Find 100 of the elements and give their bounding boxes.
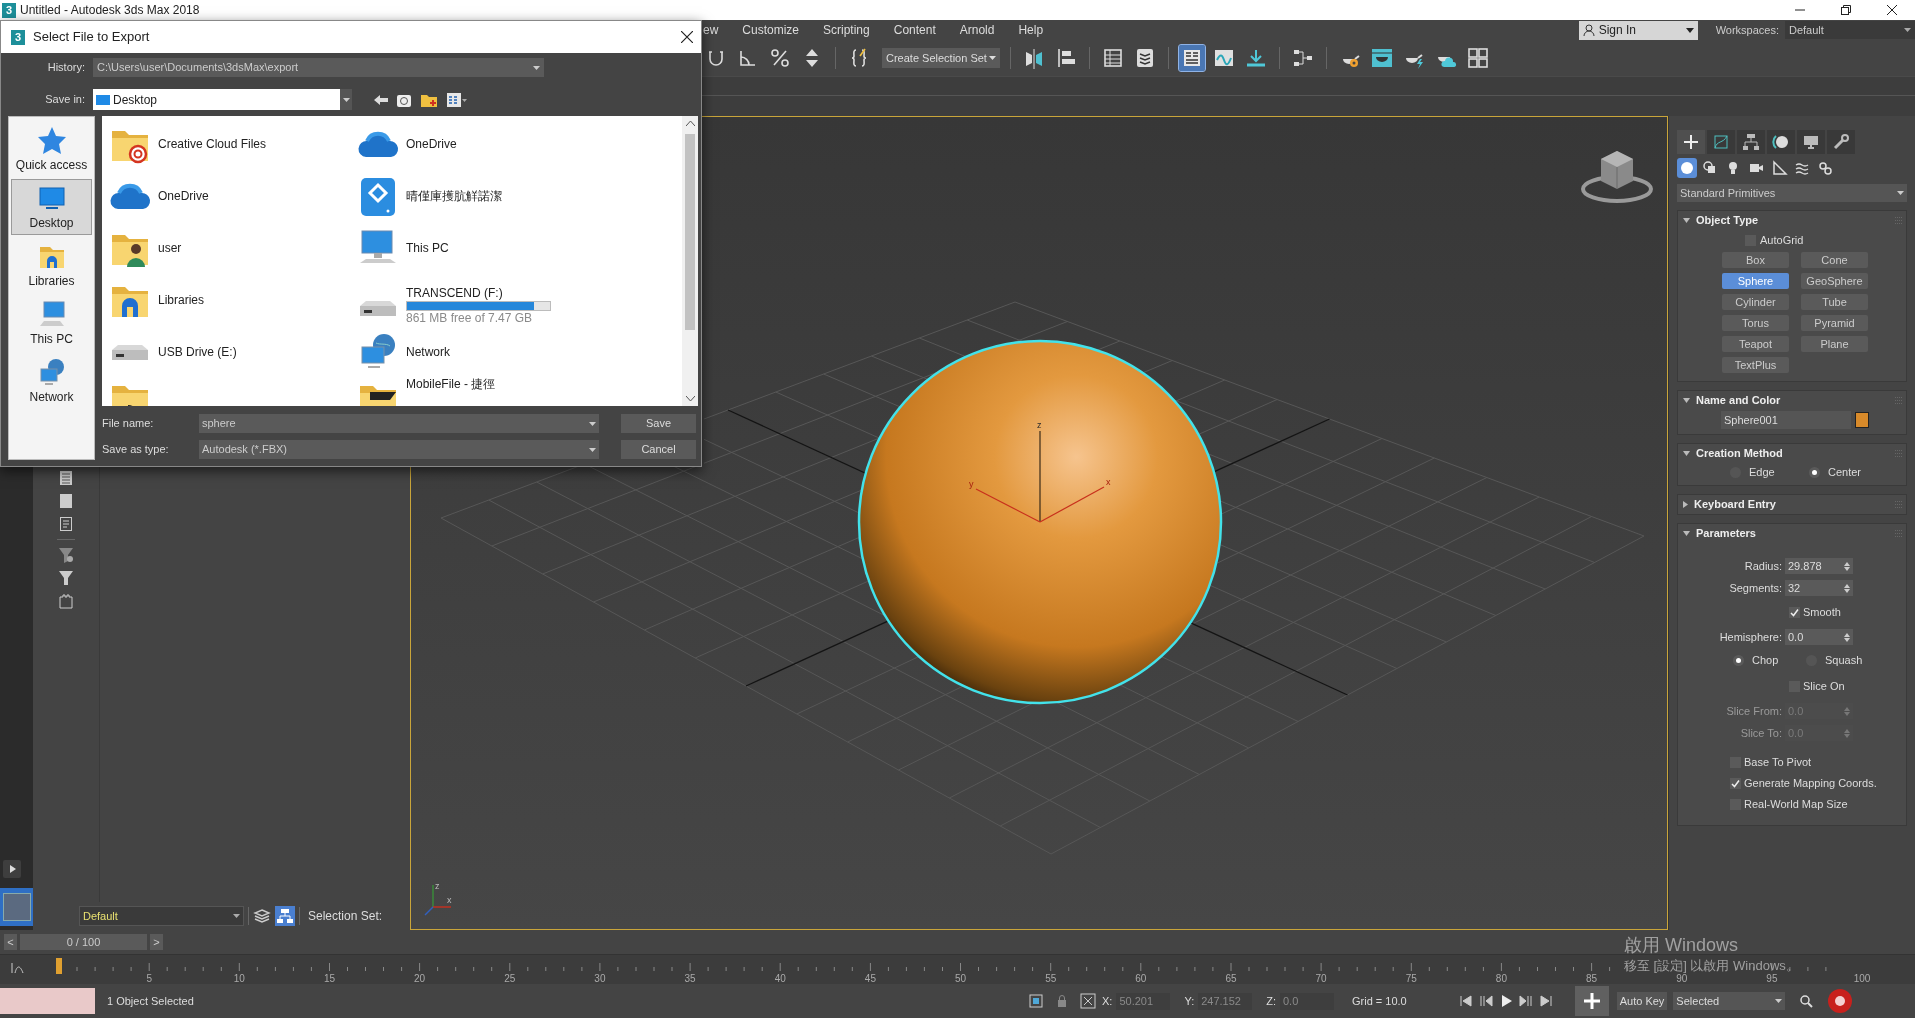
selection-set-dropdown[interactable]: Create Selection Set <box>882 48 1000 68</box>
object-type-button[interactable]: Teapot <box>1722 336 1789 352</box>
back-icon[interactable] <box>374 93 388 106</box>
set-key-icon[interactable] <box>1574 986 1609 1016</box>
place-item[interactable]: This PC <box>11 295 92 351</box>
file-item[interactable]: Creative Cloud Files <box>108 118 356 170</box>
category-dropdown[interactable]: Standard Primitives <box>1677 184 1907 202</box>
auto-key-button[interactable]: Auto Key <box>1616 992 1668 1010</box>
radio-button[interactable] <box>1733 655 1744 666</box>
record-icon[interactable] <box>1827 988 1854 1014</box>
filter-icon[interactable] <box>58 570 74 586</box>
spinner-field[interactable]: 29.878 <box>1785 558 1853 574</box>
viewport-layout-thumbnail[interactable] <box>0 888 33 926</box>
square-icon[interactable] <box>58 493 74 509</box>
monitor-icon[interactable] <box>1797 130 1825 154</box>
menu-item[interactable]: Scripting <box>823 21 870 39</box>
scrollbar-thumb[interactable] <box>685 134 695 330</box>
plus-icon[interactable] <box>1677 130 1705 154</box>
curve-icon[interactable] <box>10 961 26 975</box>
spinner-label: Slice From: <box>1725 703 1783 719</box>
grid-icon[interactable] <box>1465 45 1491 71</box>
next-frame-button[interactable]: > <box>150 934 163 950</box>
viewcube-drawing[interactable] <box>1581 151 1653 203</box>
object-type-button[interactable]: Cylinder <box>1722 294 1789 310</box>
file-name-label: File name: <box>102 416 155 432</box>
checkbox[interactable] <box>1730 778 1741 789</box>
key-filter-dropdown[interactable]: Selected <box>1673 992 1786 1010</box>
rollout-header[interactable]: Keyboard Entry <box>1678 495 1906 514</box>
object-type-button[interactable]: Pyramid <box>1801 315 1868 331</box>
scroll-up-icon[interactable] <box>685 120 695 126</box>
save-type-dropdown[interactable]: Autodesk (*.FBX) <box>199 440 599 459</box>
sphere[interactable] <box>857 339 1223 705</box>
place-item[interactable]: Libraries <box>11 237 92 293</box>
checkbox[interactable] <box>1789 607 1800 618</box>
radio-button[interactable] <box>1809 466 1820 478</box>
place-item[interactable]: Desktop <box>11 179 92 235</box>
absolute-mode-icon[interactable] <box>1080 993 1096 1009</box>
menu-item[interactable]: ew <box>703 21 719 39</box>
object-type-button[interactable]: Box <box>1722 252 1789 268</box>
selection-lock-icon[interactable] <box>1028 993 1044 1009</box>
time-slider-thumb[interactable]: 0 / 100 <box>20 934 147 950</box>
restore-icon[interactable] <box>1841 5 1851 15</box>
lock-icon[interactable] <box>1056 994 1068 1008</box>
place-item[interactable]: Network <box>11 353 92 409</box>
container-icon[interactable] <box>58 593 74 609</box>
layers-icon[interactable] <box>253 907 271 925</box>
motion-icon[interactable] <box>1767 130 1795 154</box>
place-item[interactable]: Quick access <box>11 121 92 177</box>
history-dropdown[interactable]: C:\Users\user\Documents\3dsMax\export <box>93 58 544 77</box>
close-icon[interactable] <box>1887 5 1897 15</box>
zoom-icon[interactable] <box>1799 994 1814 1008</box>
previous-key-icon[interactable] <box>1478 995 1493 1007</box>
file-item[interactable]: Libraries <box>108 274 356 326</box>
user-icon <box>1582 24 1595 36</box>
file-item[interactable]: USB Drive (E:) <box>108 326 356 378</box>
object-type-button[interactable]: GeoSphere <box>1801 273 1868 289</box>
rollout-header[interactable]: Name and Color <box>1678 391 1906 410</box>
scrollbar[interactable] <box>682 116 698 406</box>
file-name-field[interactable]: sphere <box>199 414 599 433</box>
play-icon[interactable] <box>3 860 21 878</box>
object-type-button[interactable]: Tube <box>1801 294 1868 310</box>
object-type-button[interactable]: Plane <box>1801 336 1868 352</box>
rollout-header[interactable]: Parameters <box>1678 524 1906 543</box>
previous-frame-button[interactable]: < <box>4 934 17 950</box>
go-to-end-icon[interactable] <box>1538 995 1553 1007</box>
rollout-header[interactable]: Object Type <box>1678 211 1906 230</box>
ribbon-icon[interactable] <box>1179 45 1205 71</box>
spinner-field[interactable]: 0.0 <box>1785 629 1853 645</box>
save-in-dropdown[interactable]: Desktop <box>93 89 352 110</box>
file-item[interactable]: user <box>108 222 356 274</box>
file-item[interactable]: OneDrive <box>108 170 356 222</box>
list-icon[interactable] <box>58 470 74 486</box>
layer-dropdown[interactable]: Default <box>79 906 244 926</box>
spinner-field[interactable]: 32 <box>1785 580 1853 596</box>
menu-item[interactable]: Content <box>893 21 936 39</box>
document-icon[interactable] <box>58 516 74 532</box>
hierarchy-icon[interactable] <box>1737 130 1765 154</box>
save-button[interactable]: Save <box>621 414 696 433</box>
cancel-button[interactable]: Cancel <box>621 440 696 459</box>
view-menu-icon[interactable] <box>446 91 468 108</box>
workspaces-dropdown[interactable]: Default <box>1785 21 1915 39</box>
object-type-button[interactable]: Cone <box>1801 252 1868 268</box>
wrench-icon[interactable] <box>1827 130 1855 154</box>
name-field[interactable]: Sphere001 <box>1721 411 1851 429</box>
menu-item[interactable]: Arnold <box>959 21 995 39</box>
rollout-header[interactable]: Creation Method <box>1678 444 1906 463</box>
scroll-down-icon[interactable] <box>685 396 695 402</box>
color-swatch[interactable] <box>1855 412 1869 428</box>
curve-modify-icon[interactable] <box>1707 130 1735 154</box>
frame-marker[interactable] <box>56 958 62 974</box>
filter-settings-icon[interactable] <box>58 547 74 563</box>
go-to-start-icon[interactable] <box>1458 995 1473 1007</box>
close-icon[interactable] <box>681 31 693 43</box>
object-type-button[interactable]: TextPlus <box>1722 357 1789 373</box>
menu-item[interactable]: Customize <box>742 21 800 39</box>
hierarchy-icon[interactable] <box>275 906 295 926</box>
next-key-icon[interactable] <box>1518 995 1533 1007</box>
menu-item[interactable]: Help <box>1018 21 1044 39</box>
object-type-button[interactable]: Torus <box>1722 315 1789 331</box>
sign-in-dropdown[interactable]: Sign In <box>1578 20 1698 40</box>
